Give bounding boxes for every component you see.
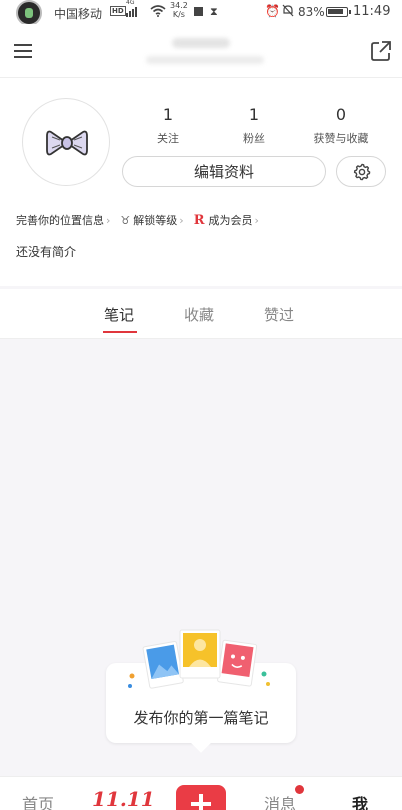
nav-messages[interactable]: 消息 [264,791,296,810]
top-bar [0,24,402,78]
active-tab-indicator [103,331,137,333]
status-app-icon [16,0,42,26]
message-badge-dot [295,785,304,794]
tab-liked[interactable]: 赞过 [264,304,294,325]
stat-following[interactable]: 1 关注 [148,105,188,146]
followers-count: 1 [248,105,260,124]
edit-profile-button[interactable]: 编辑资料 [122,156,326,187]
alarm-icon: ⏰ [265,4,280,18]
chevron-right-icon: › [106,213,111,227]
followers-label: 粉丝 [243,132,265,145]
empty-state-text: 发布你的第一篇笔记 [133,709,269,727]
tab-notes[interactable]: 笔记 [104,304,134,325]
network-speed-unit: K/s [172,10,185,19]
share-icon[interactable] [370,40,392,62]
network-speed: 34.2 K/s [170,1,188,19]
become-member-link[interactable]: R 成为会员 › [194,212,259,228]
battery-percent: 83% [298,5,325,19]
tab-collections[interactable]: 收藏 [184,304,214,325]
network-speed-value: 34.2 [170,1,188,10]
battery-icon [326,7,351,17]
create-post-button[interactable] [176,785,226,810]
location-info-link[interactable]: 完善你的位置信息 › [16,212,110,228]
nav-promo-1111[interactable]: 11.11 [92,787,155,810]
clock: 11:49 [353,4,391,19]
bottom-nav: 首页 11.11 消息 我 [0,776,402,810]
blurred-user-id [146,56,264,64]
status-bar: 中国移动 HD 4G 34.2 K/s ⧗ ⏰ 83% 11:49 [0,0,402,26]
medal-icon: ♉ [120,213,131,227]
content-tabs: 笔记 收藏 赞过 [0,289,402,339]
profile-links: 完善你的位置信息 › ♉ 解锁等级 › R 成为会员 › [16,212,269,228]
gear-icon [353,163,371,181]
unlock-level-link[interactable]: ♉ 解锁等级 › [120,212,183,228]
settings-button[interactable] [336,156,386,187]
stat-likes-collects[interactable]: 0 获赞与收藏 [305,105,377,146]
chevron-right-icon: › [179,213,184,227]
nav-home[interactable]: 首页 [22,791,54,810]
likes-collects-count: 0 [335,105,347,124]
profile-section: 1 关注 1 粉丝 0 获赞与收藏 编辑资料 完善你的位置信息 › ♉ 解锁等级… [0,78,402,286]
network-type: 4G [126,0,135,6]
chevron-right-icon: › [254,213,259,227]
carrier-name: 中国移动 [54,7,103,21]
stat-followers[interactable]: 1 粉丝 [234,105,274,146]
following-label: 关注 [157,132,179,145]
blurred-username [172,38,230,48]
unlock-level-label: 解锁等级 [133,214,178,227]
likes-collects-label: 获赞与收藏 [313,132,369,145]
signal-icon: 4G [126,0,137,17]
avatar[interactable] [22,98,110,186]
location-info-label: 完善你的位置信息 [16,214,104,227]
mute-bell-icon [282,4,294,20]
bow-icon [46,130,88,156]
member-r-icon: R [193,212,205,228]
hourglass-icon: ⧗ [210,5,218,18]
photo-cards-illustration [128,629,270,689]
menu-icon[interactable] [14,44,32,58]
become-member-label: 成为会员 [208,214,253,227]
wifi-icon [150,5,166,20]
bio-text: 还没有简介 [16,245,77,259]
notification-icon [194,7,203,16]
following-count: 1 [162,105,174,124]
nav-me[interactable]: 我 [352,791,368,810]
hd-badge: HD [110,6,126,16]
